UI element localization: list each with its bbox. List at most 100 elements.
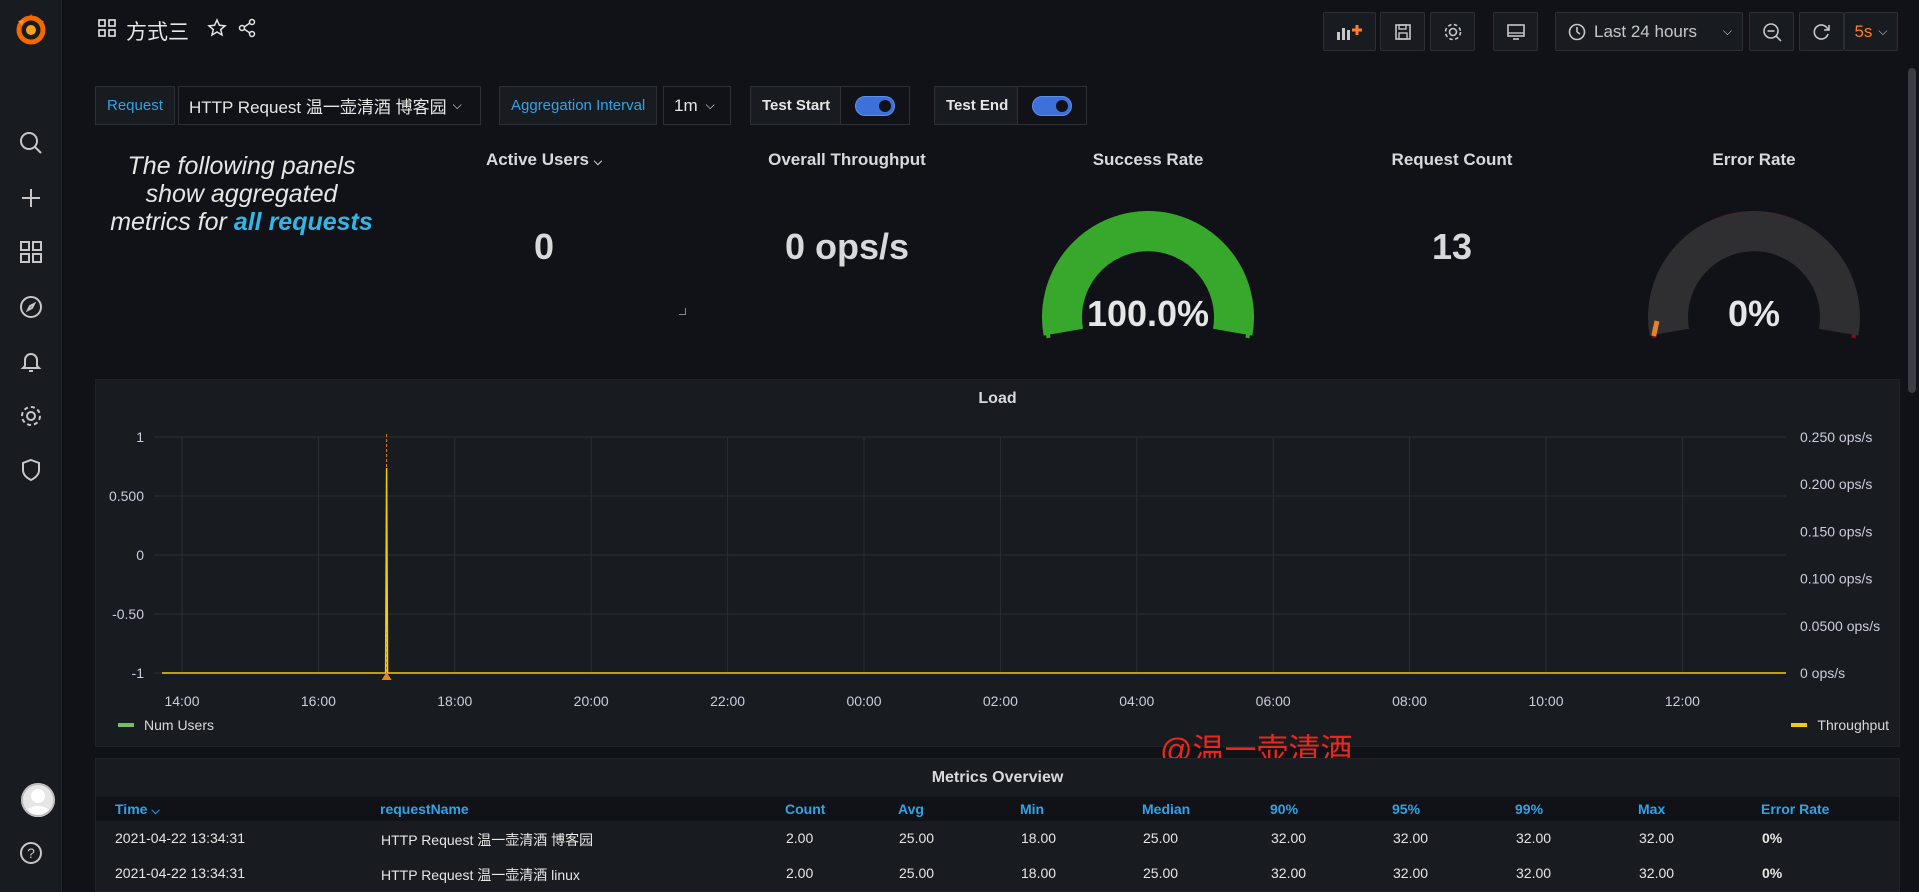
x-tick-label: 18:00 <box>437 693 472 709</box>
y-right-tick-label: 0.150 ops/s <box>1800 523 1872 539</box>
y-left-tick-label: 1 <box>136 429 144 445</box>
alerting-bell-icon[interactable] <box>19 349 43 373</box>
cycle-view-mode-button[interactable] <box>1493 12 1538 51</box>
legend-num-users-label: Num Users <box>144 717 215 733</box>
error-rate-title[interactable]: Error Rate <box>1654 150 1854 170</box>
column-header-p90[interactable]: 90% <box>1270 801 1298 817</box>
x-tick-label: 00:00 <box>846 693 881 709</box>
chevron-down-icon: ⌵ <box>1722 24 1732 38</box>
column-header-avg[interactable]: Avg <box>898 801 924 817</box>
column-header-min[interactable]: Min <box>1020 801 1044 817</box>
dashboard-title-text[interactable]: 方式三 <box>126 16 189 46</box>
grafana-logo-icon[interactable] <box>13 11 49 47</box>
time-range-picker[interactable]: Last 24 hours ⌵ <box>1555 12 1743 51</box>
request-variable-value: HTTP Request 温一壶清酒 博客园 <box>189 98 447 117</box>
metrics-overview-panel: Metrics Overview Time ⌵ requestName Coun… <box>95 758 1900 892</box>
share-icon[interactable] <box>237 18 257 44</box>
test-start-label: Test Start <box>750 86 843 125</box>
search-icon[interactable] <box>19 131 43 155</box>
panel-resize-handle[interactable] <box>679 308 686 315</box>
load-chart[interactable]: 1 0.500 0 -0.50 -1 0.250 ops/s 0.200 ops/s 0.15… <box>96 380 1901 748</box>
column-header-error-rate[interactable]: Error Rate <box>1761 801 1829 817</box>
legend-swatch <box>1791 723 1808 727</box>
time-range-label: Last 24 hours <box>1594 21 1698 41</box>
metrics-overview-title[interactable]: Metrics Overview <box>96 769 1899 787</box>
aggregation-interval-select[interactable]: 1m ⌵ <box>663 86 731 125</box>
request-count-title[interactable]: Request Count <box>1352 150 1552 170</box>
request-variable-select[interactable]: HTTP Request 温一壶清酒 博客园 ⌵ <box>178 86 481 125</box>
intro-line-2: show aggregated <box>145 180 338 208</box>
error-rate-gauge: 0% <box>1648 211 1860 339</box>
zoom-out-button[interactable] <box>1749 12 1794 51</box>
column-header-count[interactable]: Count <box>785 801 825 817</box>
cell-avg: 25.00 <box>899 865 935 881</box>
legend-throughput[interactable]: Throughput <box>1791 717 1889 733</box>
test-end-label: Test End <box>934 86 1021 125</box>
success-rate-gauge: 100.0% <box>1042 211 1254 339</box>
refresh-interval-value: 5s <box>1854 21 1873 41</box>
aggregation-interval-label: Aggregation Interval <box>499 86 658 125</box>
table-header: Time ⌵ requestName Count Avg Min Median … <box>96 797 1899 821</box>
column-header-median[interactable]: Median <box>1142 801 1190 817</box>
active-users-title[interactable]: Active Users ⌵ <box>454 150 634 170</box>
table-row[interactable]: 2021-04-22 13:34:31 HTTP Request 温一壶清酒 l… <box>96 856 1899 890</box>
refresh-interval-picker[interactable]: 5s ⌵ <box>1844 12 1898 51</box>
x-tick-label: 02:00 <box>983 693 1018 709</box>
gear-icon[interactable] <box>19 404 43 428</box>
test-end-toggle[interactable] <box>1017 86 1087 125</box>
sidebar: ? <box>0 0 62 892</box>
page-scrollbar[interactable] <box>1908 68 1916 393</box>
clock-icon <box>1568 23 1586 40</box>
explore-compass-icon[interactable] <box>19 295 43 319</box>
cell-p99: 32.00 <box>1516 830 1552 846</box>
column-header-p95[interactable]: 95% <box>1392 801 1420 817</box>
y-right-tick-label: 0.100 ops/s <box>1800 571 1872 587</box>
x-tick-label: 10:00 <box>1528 693 1563 709</box>
dashboard-settings-button[interactable] <box>1430 12 1475 51</box>
test-start-toggle[interactable] <box>840 86 910 125</box>
save-dashboard-button[interactable] <box>1380 12 1425 51</box>
column-header-time[interactable]: Time ⌵ <box>115 801 160 818</box>
toggle-switch[interactable] <box>1032 95 1072 116</box>
plus-icon[interactable] <box>19 186 43 210</box>
refresh-button[interactable] <box>1799 12 1844 51</box>
svg-text:?: ? <box>27 845 35 861</box>
cell-p95: 32.00 <box>1393 830 1429 846</box>
zoom-out-icon <box>1762 22 1782 42</box>
sort-desc-icon: ⌵ <box>151 805 160 817</box>
y-right-tick-label: 0 ops/s <box>1800 665 1845 681</box>
y-right-tick-label: 0.0500 ops/s <box>1800 618 1880 634</box>
toggle-switch[interactable] <box>855 95 895 116</box>
column-header-max[interactable]: Max <box>1638 801 1665 817</box>
dashboard-title[interactable]: 方式三 <box>98 16 257 46</box>
add-panel-button[interactable] <box>1323 12 1376 51</box>
star-icon[interactable] <box>207 18 227 44</box>
x-tick-label: 04:00 <box>1119 693 1154 709</box>
table-row[interactable]: 2021-04-22 13:34:31 HTTP Request 温一壶清酒 博… <box>96 821 1899 855</box>
success-rate-title[interactable]: Success Rate <box>1048 150 1248 170</box>
help-icon[interactable]: ? <box>19 841 43 865</box>
intro-line-3: metrics for all requests <box>94 208 389 236</box>
chevron-down-icon: ⌵ <box>1878 24 1888 38</box>
intro-text-panel: The following panels show aggregated met… <box>94 152 389 236</box>
x-tick-label: 06:00 <box>1256 693 1291 709</box>
aggregation-interval-value: 1m <box>674 95 698 115</box>
dashboards-icon[interactable] <box>19 240 43 264</box>
x-tick-label: 16:00 <box>301 693 336 709</box>
x-tick-label: 20:00 <box>574 693 609 709</box>
y-right-tick-label: 0.250 ops/s <box>1800 429 1872 445</box>
active-users-value: 0 <box>533 226 555 267</box>
cell-requestname: HTTP Request 温一壶清酒 博客园 <box>381 832 594 848</box>
overall-throughput-title[interactable]: Overall Throughput <box>740 150 954 170</box>
shield-icon[interactable] <box>19 458 43 482</box>
chevron-down-icon: ⌵ <box>705 98 715 112</box>
load-panel: Load 1 0.500 0 -0.50 -1 0.250 ops/s 0.200 ops/… <box>95 379 1900 747</box>
legend-num-users[interactable]: Num Users <box>118 717 214 733</box>
legend-swatch <box>118 723 134 727</box>
cell-count: 2.00 <box>786 830 814 846</box>
column-header-requestname[interactable]: requestName <box>380 801 469 817</box>
column-header-p99[interactable]: 99% <box>1515 801 1543 817</box>
error-rate-gauge-marker <box>1651 320 1660 337</box>
avatar[interactable] <box>21 783 55 817</box>
gear-icon <box>1444 23 1461 40</box>
